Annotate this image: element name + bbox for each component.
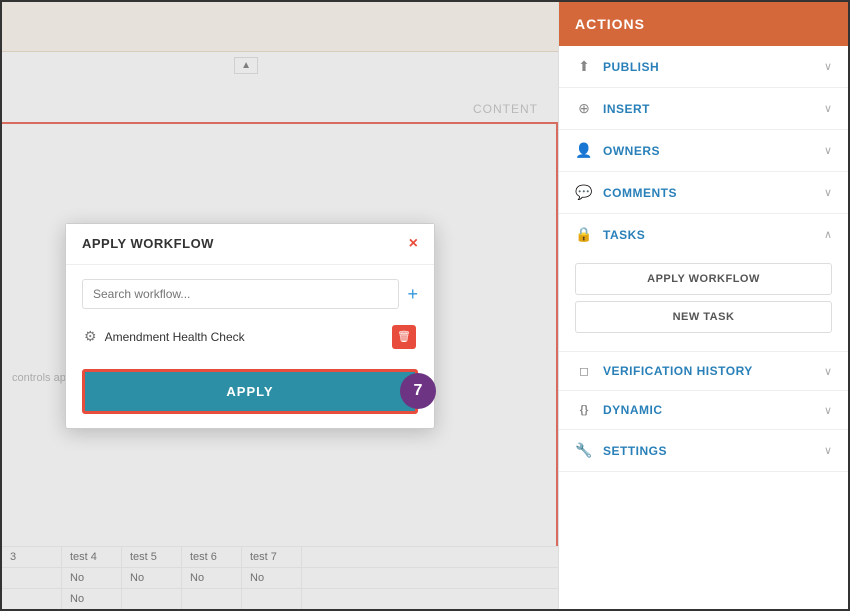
main-container: ▲ CONTENT controls apply? 3 test 4 test … xyxy=(0,0,850,611)
publish-chevron-icon: ∨ xyxy=(824,60,832,73)
verification-chevron-icon: ∨ xyxy=(824,365,832,378)
content-area: ▲ CONTENT controls apply? 3 test 4 test … xyxy=(2,2,558,609)
badge-count: 7 xyxy=(400,373,436,409)
sidebar-item-verification-label: VERIFICATION HISTORY xyxy=(603,364,753,378)
workflow-item-icon: ⚙ xyxy=(84,328,97,345)
sidebar-item-comments[interactable]: 💬 COMMENTS ∨ xyxy=(559,172,848,214)
sidebar-item-owners-left: 👤 OWNERS xyxy=(575,142,660,159)
search-row: + xyxy=(82,279,418,309)
sidebar-item-publish-left: ⬆ PUBLISH xyxy=(575,58,659,75)
dynamic-icon: {} xyxy=(575,404,593,416)
tasks-header-left: 🔒 TASKS xyxy=(575,226,645,243)
workflow-search-input[interactable] xyxy=(82,279,399,309)
owners-chevron-icon: ∨ xyxy=(824,144,832,157)
comments-icon: 💬 xyxy=(575,184,593,201)
sidebar-item-dynamic[interactable]: {} DYNAMIC ∨ xyxy=(559,391,848,430)
tasks-chevron-icon: ∧ xyxy=(824,228,832,241)
verification-left: ◻ VERIFICATION HISTORY xyxy=(575,364,753,378)
modal-body: + ⚙ Amendment Health Check 🗑 APPLY 7 xyxy=(66,265,434,428)
sidebar-item-insert-label: INSERT xyxy=(603,102,650,116)
apply-workflow-modal: APPLY WORKFLOW × + ⚙ Amendment Health Ch… xyxy=(65,223,435,429)
new-task-button[interactable]: NEW TASK xyxy=(575,301,832,333)
settings-chevron-icon: ∨ xyxy=(824,444,832,457)
sidebar-item-dynamic-left: {} DYNAMIC xyxy=(575,403,663,417)
tasks-icon: 🔒 xyxy=(575,226,593,243)
sidebar-item-verification-history[interactable]: ◻ VERIFICATION HISTORY ∨ xyxy=(559,352,848,391)
modal-header: APPLY WORKFLOW × xyxy=(66,224,434,265)
apply-button-wrapper: APPLY 7 xyxy=(82,369,418,414)
sidebar-item-settings-left: 🔧 SETTINGS xyxy=(575,442,667,459)
publish-icon: ⬆ xyxy=(575,58,593,75)
sidebar-item-tasks[interactable]: 🔒 TASKS ∧ xyxy=(559,214,848,255)
tasks-content: APPLY WORKFLOW NEW TASK xyxy=(559,255,848,351)
insert-icon: ⊕ xyxy=(575,100,593,117)
sidebar: ACTIONS ⬆ PUBLISH ∨ ⊕ INSERT ∨ 👤 OWNERS … xyxy=(558,2,848,609)
dynamic-chevron-icon: ∨ xyxy=(824,404,832,417)
sidebar-item-dynamic-label: DYNAMIC xyxy=(603,403,663,417)
sidebar-item-publish-label: PUBLISH xyxy=(603,60,659,74)
owners-icon: 👤 xyxy=(575,142,593,159)
modal-title: APPLY WORKFLOW xyxy=(82,236,214,251)
apply-button[interactable]: APPLY xyxy=(82,369,418,414)
sidebar-item-tasks-label: TASKS xyxy=(603,228,645,242)
sidebar-header: ACTIONS xyxy=(559,2,848,46)
sidebar-item-insert[interactable]: ⊕ INSERT ∨ xyxy=(559,88,848,130)
sidebar-item-owners-label: OWNERS xyxy=(603,144,660,158)
sidebar-item-comments-left: 💬 COMMENTS xyxy=(575,184,677,201)
settings-icon: 🔧 xyxy=(575,442,593,459)
sidebar-item-owners[interactable]: 👤 OWNERS ∨ xyxy=(559,130,848,172)
verification-icon: ◻ xyxy=(575,364,593,378)
add-workflow-button[interactable]: + xyxy=(407,285,418,303)
sidebar-item-publish[interactable]: ⬆ PUBLISH ∨ xyxy=(559,46,848,88)
delete-workflow-button[interactable]: 🗑 xyxy=(392,325,416,349)
apply-workflow-button[interactable]: APPLY WORKFLOW xyxy=(575,263,832,295)
comments-chevron-icon: ∨ xyxy=(824,186,832,199)
sidebar-item-settings[interactable]: 🔧 SETTINGS ∨ xyxy=(559,430,848,472)
workflow-item-left: ⚙ Amendment Health Check xyxy=(84,328,245,345)
modal-overlay: APPLY WORKFLOW × + ⚙ Amendment Health Ch… xyxy=(2,2,558,609)
insert-chevron-icon: ∨ xyxy=(824,102,832,115)
tasks-section: 🔒 TASKS ∧ APPLY WORKFLOW NEW TASK xyxy=(559,214,848,352)
workflow-item: ⚙ Amendment Health Check 🗑 xyxy=(82,319,418,355)
workflow-item-name: Amendment Health Check xyxy=(105,330,245,344)
sidebar-item-settings-label: SETTINGS xyxy=(603,444,667,458)
sidebar-item-comments-label: COMMENTS xyxy=(603,186,677,200)
sidebar-item-insert-left: ⊕ INSERT xyxy=(575,100,650,117)
modal-close-button[interactable]: × xyxy=(409,236,418,252)
